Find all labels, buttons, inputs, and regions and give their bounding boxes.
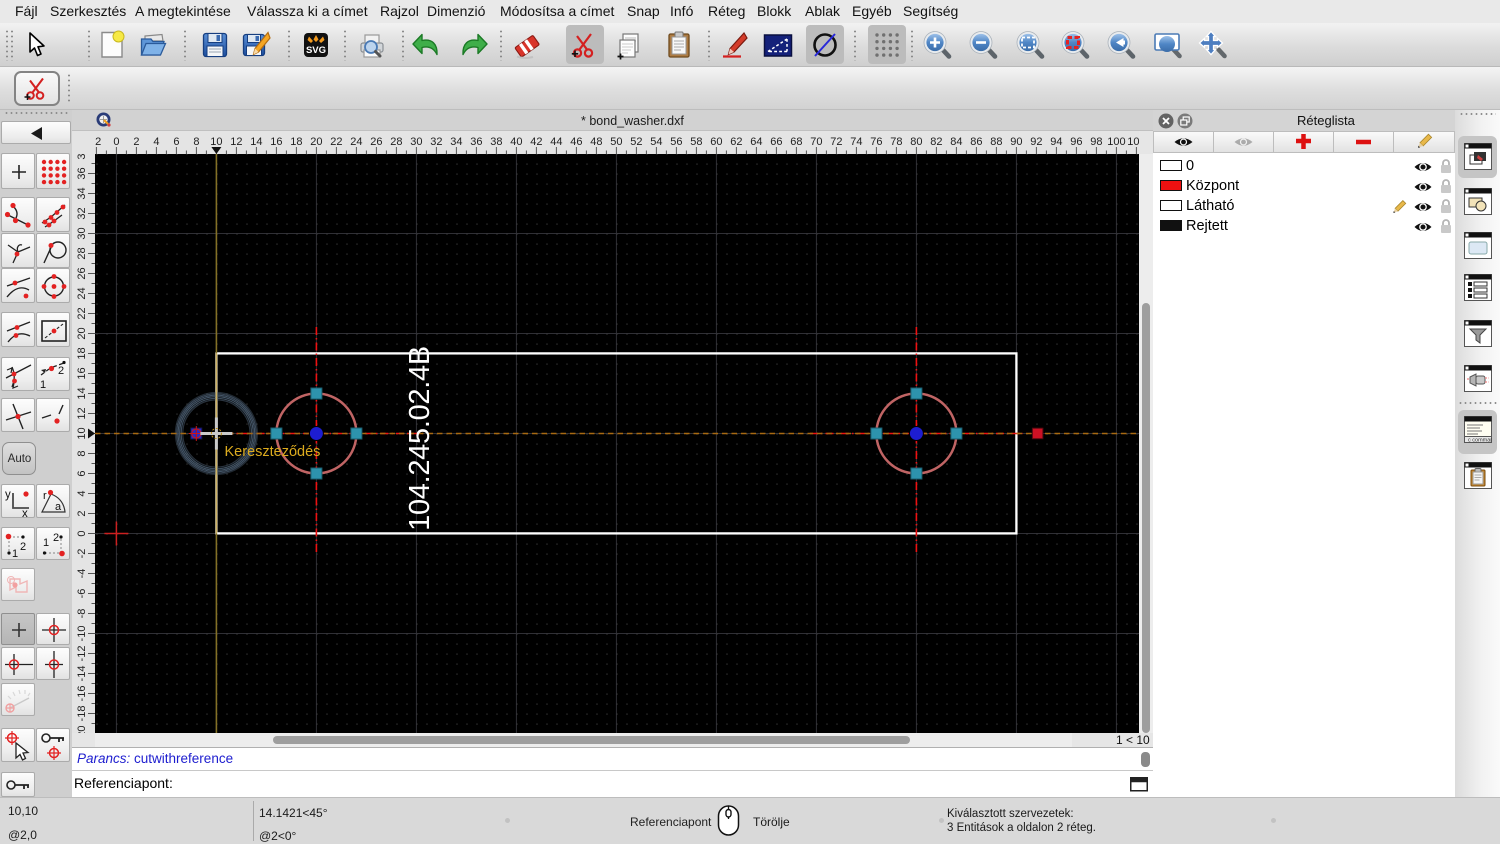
svg-text:18: 18 [76,347,88,359]
svg-text:1: 1 [43,537,49,549]
svg-text:86: 86 [970,136,982,148]
svg-text:4: 4 [76,490,88,496]
svg-text:10: 10 [210,136,222,148]
svg-text:36: 36 [470,136,482,148]
svg-text:y: y [5,489,11,501]
svg-text:32: 32 [430,136,442,148]
svg-text:22: 22 [76,307,88,319]
svg-text:16: 16 [76,367,88,379]
svg-text:44: 44 [550,136,562,148]
svg-text:100: 100 [1107,136,1125,148]
svg-text:4: 4 [153,136,159,148]
svg-text:62: 62 [730,136,742,148]
svg-text:-8: -8 [76,609,88,619]
svg-text:-20: -20 [76,726,88,733]
svg-text:-14: -14 [76,666,88,682]
svg-text:2: 2 [58,365,64,377]
svg-text:16: 16 [270,136,282,148]
svg-text:8: 8 [76,450,88,456]
svg-text:12: 12 [76,407,88,419]
svg-text:30: 30 [76,227,88,239]
svg-text:6: 6 [76,470,88,476]
svg-text:10: 10 [76,427,88,439]
svg-text:-2: -2 [76,549,88,559]
svg-text:46: 46 [570,136,582,148]
svg-text:84: 84 [950,136,962,148]
svg-text:78: 78 [890,136,902,148]
svg-text:14: 14 [250,136,262,148]
svg-text:52: 52 [630,136,642,148]
svg-text:2: 2 [133,136,139,148]
svg-text:60: 60 [710,136,722,148]
svg-text:2: 2 [76,510,88,516]
svg-text:26: 26 [76,267,88,279]
svg-text:8: 8 [193,136,199,148]
svg-text:96: 96 [1070,136,1082,148]
svg-text:40: 40 [510,136,522,148]
svg-text:50: 50 [610,136,622,148]
svg-text:94: 94 [1050,136,1062,148]
svg-text:88: 88 [990,136,1002,148]
svg-text:32: 32 [76,207,88,219]
svg-text:80: 80 [910,136,922,148]
svg-text:0: 0 [76,530,88,536]
svg-text:58: 58 [690,136,702,148]
svg-text:104.245.02.4B: 104.245.02.4B [404,346,436,531]
svg-text:2: 2 [20,541,26,553]
svg-text:66: 66 [770,136,782,148]
svg-text:1: 1 [12,548,18,560]
svg-text:42: 42 [530,136,542,148]
svg-text:-10: -10 [76,626,88,642]
svg-text:72: 72 [830,136,842,148]
svg-text:82: 82 [930,136,942,148]
svg-text:56: 56 [670,136,682,148]
svg-text:22: 22 [330,136,342,148]
svg-text:Kereszteződés: Kereszteződés [225,444,321,460]
svg-text:-18: -18 [76,706,88,722]
svg-text:38: 38 [76,154,88,160]
svg-text:-16: -16 [76,686,88,702]
svg-text:14: 14 [76,387,88,399]
svg-text:64: 64 [750,136,762,148]
svg-text:-4: -4 [76,569,88,579]
svg-text:28: 28 [76,247,88,259]
svg-text:6: 6 [173,136,179,148]
svg-text:-6: -6 [76,589,88,599]
svg-text:24: 24 [350,136,362,148]
svg-text:-2: -2 [95,136,101,148]
svg-text:74: 74 [850,136,862,148]
svg-text:x: x [22,508,28,519]
svg-text:70: 70 [810,136,822,148]
svg-text:c command: c command [1468,438,1492,444]
svg-text:34: 34 [76,187,88,199]
svg-text:92: 92 [1030,136,1042,148]
svg-text:SVG: SVG [306,45,326,56]
svg-text:36: 36 [76,167,88,179]
svg-text:38: 38 [490,136,502,148]
svg-text:102: 102 [1127,136,1139,148]
svg-text:18: 18 [290,136,302,148]
svg-text:20: 20 [76,327,88,339]
svg-text:20: 20 [310,136,322,148]
svg-text:2: 2 [53,532,59,544]
svg-text:a: a [55,501,62,513]
svg-text:0: 0 [113,136,119,148]
svg-text:98: 98 [1090,136,1102,148]
svg-text:r: r [43,490,47,502]
svg-text:68: 68 [790,136,802,148]
svg-text:34: 34 [450,136,462,148]
svg-text:-12: -12 [76,646,88,662]
svg-text:76: 76 [870,136,882,148]
svg-text:12: 12 [230,136,242,148]
svg-text:54: 54 [650,136,662,148]
svg-text:48: 48 [590,136,602,148]
svg-text:30: 30 [410,136,422,148]
svg-text:1: 1 [40,379,46,391]
svg-text:24: 24 [76,287,88,299]
svg-text:28: 28 [390,136,402,148]
svg-text:26: 26 [370,136,382,148]
svg-text:90: 90 [1010,136,1022,148]
